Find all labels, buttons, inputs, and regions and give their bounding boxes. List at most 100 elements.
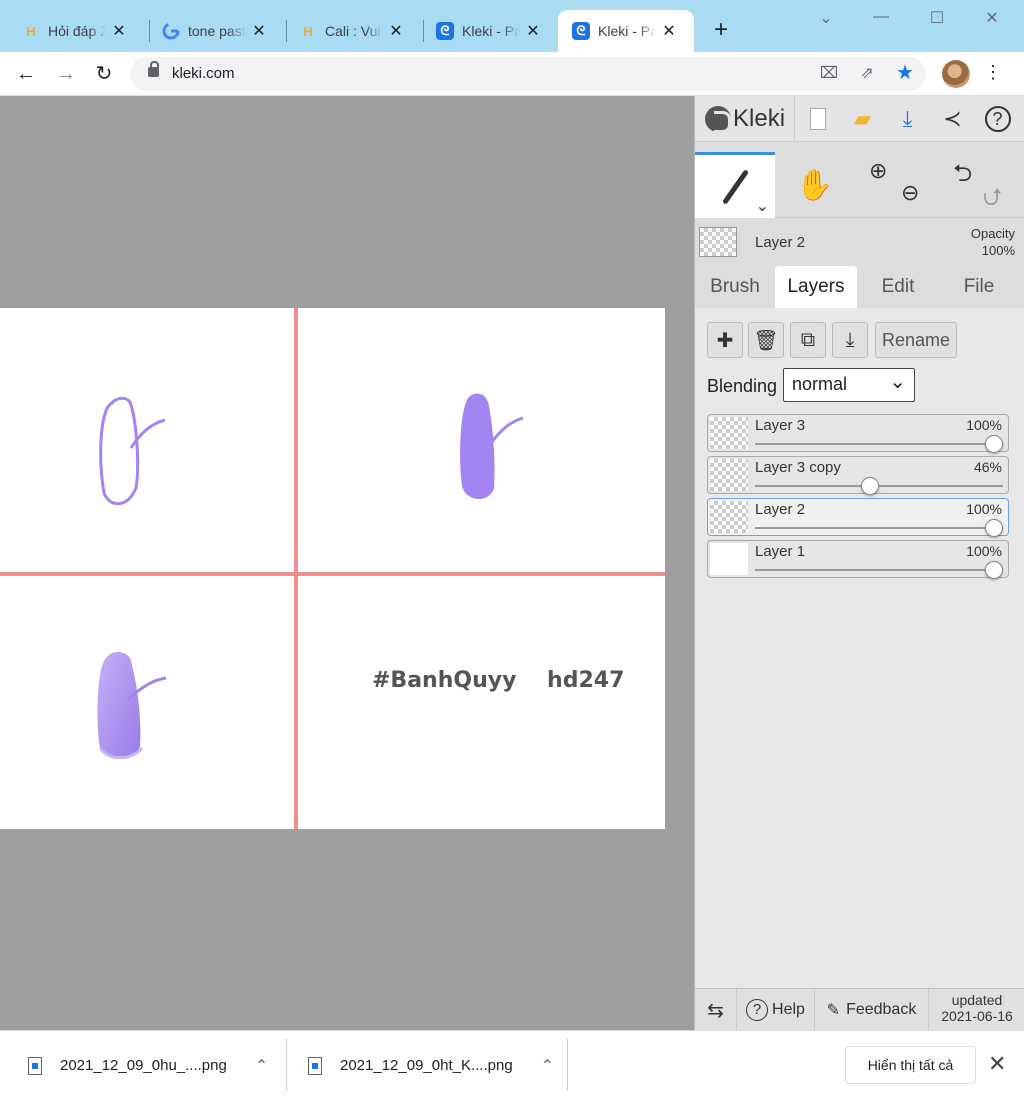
current-layer-opacity: Opacity 100% [971, 225, 1015, 259]
browser-tab-5-active[interactable]: ᘓ Kleki - Pa ✕ [558, 10, 694, 52]
reload-icon[interactable]: ↻ [90, 60, 118, 88]
zoom-tools[interactable]: ⊕ ⊖ [855, 152, 935, 218]
opacity-slider-handle[interactable] [985, 519, 1003, 537]
layer-thumbnail [710, 543, 748, 575]
browser-tab-strip: H Hỏi đáp Z ✕ tone past ✕ H Cali : Vui ✕… [0, 0, 1024, 52]
close-download-bar-icon[interactable]: ✕ [988, 1051, 1006, 1077]
close-icon[interactable]: ✕ [110, 22, 128, 40]
opacity-slider-track[interactable] [755, 527, 1003, 529]
watermark-text: #BanhQuyy hd247 [372, 668, 625, 693]
undo-icon[interactable]: ⮌ [953, 156, 972, 197]
profile-avatar[interactable] [942, 60, 970, 88]
hand-tool-button[interactable]: ✋ [775, 152, 855, 218]
close-icon[interactable]: ✕ [524, 22, 542, 40]
redo-icon[interactable]: ⮍ [983, 180, 1002, 221]
rename-layer-button[interactable]: Rename [875, 322, 957, 358]
merge-down-icon: ⤓ [845, 328, 855, 351]
download-filename: 2021_12_09_0hu_....png [60, 1057, 227, 1074]
undo-redo-tools[interactable]: ⮌ ⮍ [935, 152, 1015, 218]
chevron-up-icon[interactable]: ⌃ [255, 1056, 268, 1076]
hoidap-h-icon: H [303, 23, 313, 39]
opacity-slider-handle[interactable] [985, 435, 1003, 453]
tool-row: ⌄ ✋ ⊕ ⊖ ⮌ ⮍ [695, 152, 1024, 218]
drawing-canvas-area[interactable]: #BanhQuyy hd247 [0, 96, 694, 1030]
delete-layer-button[interactable]: 🗑 [748, 322, 784, 358]
blending-value: normal [792, 374, 848, 394]
share-icon[interactable]: ⇗ [856, 63, 878, 85]
tab-layers[interactable]: Layers [775, 266, 857, 308]
back-arrow-icon[interactable]: ← [12, 60, 40, 88]
maximize-icon[interactable]: ☐ [922, 8, 952, 28]
merge-down-button[interactable]: ⤓ [832, 322, 868, 358]
close-icon[interactable]: ✕ [250, 22, 268, 40]
new-tab-button[interactable]: + [708, 18, 734, 44]
tab-file[interactable]: File [943, 266, 1015, 308]
download-filename: 2021_12_09_0ht_K....png [340, 1057, 513, 1074]
brush-tool-button[interactable]: ⌄ [695, 152, 775, 218]
letter-strokes [97, 393, 524, 760]
more-menu-icon[interactable]: ⋮ [984, 62, 1002, 83]
address-bar[interactable]: kleki.com ⌧ ⇗ ★ [130, 57, 926, 91]
chevron-up-icon[interactable]: ⌃ [541, 1056, 554, 1076]
help-label: Help [772, 1001, 805, 1018]
feedback-button[interactable]: ✎ Feedback [815, 989, 929, 1031]
layer-opacity: 100% [966, 501, 1002, 517]
tab-brush[interactable]: Brush [701, 266, 769, 308]
kleki-side-panel: Kleki ▰ ⤓ ≺ ? ⌄ ✋ ⊕ ⊖ ⮌ ⮍ Layer 2 Opacit… [694, 96, 1024, 1031]
browser-tab-4[interactable]: ᘓ Kleki - Pa ✕ [414, 10, 559, 52]
plus-icon: ✚ [716, 329, 734, 352]
chevron-down-icon: ⌄ [755, 198, 769, 215]
blending-mode-select[interactable]: normal [783, 368, 915, 402]
layer-name: Layer 1 [755, 543, 806, 560]
opacity-slider-handle[interactable] [860, 477, 879, 495]
browser-tab-3[interactable]: H Cali : Vui ✕ [277, 10, 422, 52]
forward-arrow-icon[interactable]: → [52, 60, 80, 88]
feedback-icon: ✎ [826, 1002, 841, 1019]
panel-header: Kleki ▰ ⤓ ≺ ? [695, 96, 1024, 142]
tab-edit[interactable]: Edit [863, 266, 933, 308]
opacity-slider-handle[interactable] [985, 561, 1003, 579]
download-item[interactable]: 2021_12_09_0ht_K....png ⌃ [308, 1031, 554, 1099]
browser-tab-2[interactable]: tone past ✕ [140, 10, 285, 52]
duplicate-layer-button[interactable]: ⧉ [790, 322, 826, 358]
bookmark-star-icon[interactable]: ★ [894, 60, 916, 84]
layer-item-selected[interactable]: Layer 2 100% [707, 498, 1009, 537]
layer-item[interactable]: Layer 3 copy 46% [707, 456, 1009, 495]
download-icon[interactable]: ⤓ [885, 96, 930, 142]
translate-icon[interactable]: ⌧ [818, 63, 840, 85]
help-button[interactable]: ? Help [737, 989, 815, 1031]
panel-footer: ⇆ ? Help ✎ Feedback updated 2021-06-16 [695, 988, 1024, 1031]
opacity-slider-track[interactable] [755, 569, 1003, 571]
kleki-logo-icon [705, 106, 731, 133]
opacity-slider-track[interactable] [755, 485, 1003, 487]
share-icon[interactable]: ≺ [930, 96, 975, 142]
minimize-icon[interactable]: — [866, 8, 896, 28]
tab-search-icon[interactable]: ⌄ [811, 8, 841, 28]
close-icon[interactable]: ✕ [387, 22, 405, 40]
close-icon[interactable]: ✕ [660, 22, 678, 40]
window-close-icon[interactable]: ✕ [977, 8, 1007, 28]
swap-side-icon[interactable]: ⇆ [695, 989, 737, 1031]
layer-name: Layer 2 [755, 501, 806, 518]
google-g-icon [162, 22, 180, 40]
duplicate-icon: ⧉ [800, 328, 816, 351]
new-image-icon[interactable] [795, 96, 840, 142]
open-folder-icon[interactable]: ▰ [840, 96, 885, 142]
layer-item[interactable]: Layer 3 100% [707, 414, 1009, 453]
opacity-slider-track[interactable] [755, 443, 1003, 445]
artboard[interactable]: #BanhQuyy hd247 [0, 308, 665, 829]
zoom-out-icon[interactable]: ⊖ [901, 180, 919, 206]
current-layer-name: Layer 2 [755, 234, 806, 251]
trash-icon: 🗑 [753, 329, 779, 352]
layer-item[interactable]: Layer 1 100% [707, 540, 1009, 579]
zoom-in-icon[interactable]: ⊕ [869, 158, 887, 184]
current-layer-info: Layer 2 Opacity 100% [695, 222, 1024, 262]
download-item[interactable]: 2021_12_09_0hu_....png ⌃ [28, 1031, 268, 1099]
browser-toolbar: ← → ↻ kleki.com ⌧ ⇗ ★ ⋮ [0, 52, 1024, 96]
add-layer-button[interactable]: ✚ [707, 322, 743, 358]
download-separator [567, 1039, 568, 1091]
browser-tab-1[interactable]: H Hỏi đáp Z ✕ [0, 10, 148, 52]
help-icon[interactable]: ? [975, 96, 1020, 142]
show-all-downloads-button[interactable]: Hiển thị tất cả [845, 1046, 976, 1084]
kleki-logo[interactable]: Kleki [695, 96, 795, 142]
